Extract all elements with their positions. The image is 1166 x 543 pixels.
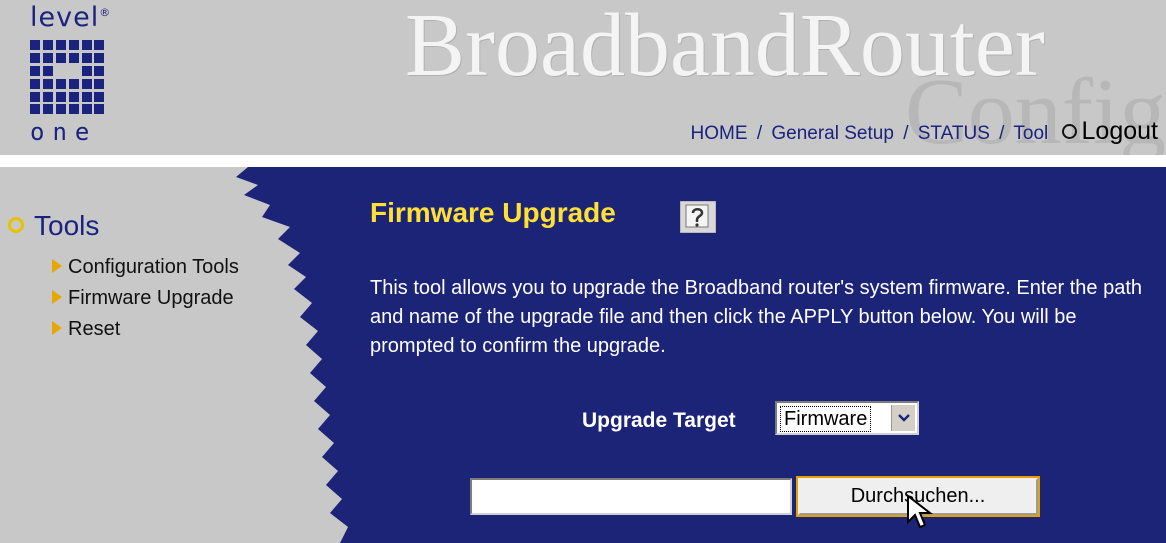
arrow-right-icon	[52, 320, 62, 335]
upgrade-target-label: Upgrade Target	[582, 409, 736, 432]
nav-separator: /	[999, 123, 1005, 144]
logo-word-level: level	[30, 2, 100, 33]
logout-ring-icon	[1061, 124, 1077, 140]
tools-ring-icon	[8, 216, 24, 233]
logo-text-top: level®	[30, 2, 111, 33]
header-banner: level® one Config BroadbandRouter HOME /…	[0, 0, 1166, 164]
nav-link-home[interactable]: HOME	[691, 123, 748, 144]
arrow-right-icon	[52, 289, 62, 304]
description-text: This tool allows you to upgrade the Broa…	[370, 277, 1142, 357]
main-area: Tools Configuration Tools Firmware Upgra…	[0, 167, 1166, 543]
sidebar-item-reset[interactable]: Reset	[52, 318, 120, 341]
sidebar-item-label: Firmware Upgrade	[68, 287, 234, 309]
sidebar-item-label: Configuration Tools	[68, 256, 239, 278]
nav-separator: /	[903, 123, 909, 144]
sidebar-title-text: Tools	[34, 210, 100, 241]
page-title: Firmware Upgrade	[370, 197, 616, 228]
nav-separator: /	[756, 123, 763, 144]
sidebar-title: Tools	[8, 210, 99, 242]
sidebar-item-label: Reset	[68, 318, 121, 340]
nav-link-tool[interactable]: Tool	[1013, 123, 1048, 144]
brand-title: BroadbandRouter	[405, 0, 1045, 95]
levelone-logo-icon	[30, 40, 104, 114]
top-navigation: HOME / General Setup / STATUS / Tool Log…	[691, 117, 1158, 146]
nav-link-general-setup[interactable]: General Setup	[771, 123, 894, 144]
mouse-cursor-icon	[907, 494, 933, 529]
logo-mark: ®	[99, 6, 112, 19]
arrow-right-icon	[52, 258, 62, 273]
sidebar-item-firmware-upgrade[interactable]: Firmware Upgrade	[52, 287, 234, 310]
help-icon[interactable]	[680, 201, 716, 233]
nav-link-status[interactable]: STATUS	[918, 123, 990, 144]
chevron-down-icon[interactable]	[891, 405, 915, 431]
upgrade-target-select[interactable]: Firmware	[775, 401, 919, 435]
logout-link[interactable]: Logout	[1082, 117, 1158, 145]
select-value: Firmware	[780, 406, 872, 432]
sidebar-item-configuration-tools[interactable]: Configuration Tools	[52, 256, 239, 279]
header-divider	[0, 155, 1166, 167]
file-path-input[interactable]	[470, 478, 792, 515]
logo-text-bottom: one	[30, 118, 98, 146]
